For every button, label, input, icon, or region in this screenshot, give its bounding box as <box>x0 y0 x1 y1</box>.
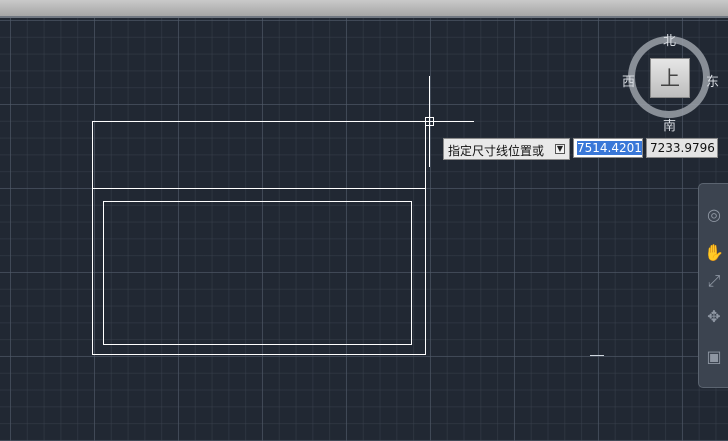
options-arrow-icon[interactable]: ▼ <box>555 144 565 154</box>
x-coordinate-input[interactable]: 7514.4201 <box>573 138 643 158</box>
compass-north[interactable]: 北 <box>663 30 676 49</box>
compass-west[interactable]: 西 <box>622 71 635 90</box>
x-coordinate-value: 7514.4201 <box>577 141 642 155</box>
viewcube-face-top[interactable]: 上 <box>650 58 690 98</box>
outer-rectangle <box>92 121 426 355</box>
zoom-icon[interactable]: ⤢ <box>703 270 725 292</box>
inner-rectangle <box>103 201 412 345</box>
viewcube[interactable]: 上 北 南 西 东 <box>620 30 720 134</box>
y-coordinate-input[interactable]: 7233.9796 <box>646 138 718 158</box>
y-coordinate-value: 7233.9796 <box>650 141 715 155</box>
showmotion-icon[interactable]: ▣ <box>703 346 725 368</box>
prompt-text: 指定尺寸线位置或 <box>448 144 545 158</box>
compass-east[interactable]: 东 <box>706 71 719 90</box>
orbit-icon[interactable]: ✥ <box>703 306 725 328</box>
steering-wheel-icon[interactable]: ◎ <box>703 204 725 226</box>
navigation-bar[interactable]: ◎ ✋ ⤢ ✥ ▣ <box>698 183 728 388</box>
dynamic-input-prompt[interactable]: 指定尺寸线位置或 ▼ <box>443 138 570 160</box>
pan-icon[interactable]: ✋ <box>703 242 725 264</box>
compass-south[interactable]: 南 <box>663 115 676 134</box>
drawing-geometry <box>92 76 604 356</box>
